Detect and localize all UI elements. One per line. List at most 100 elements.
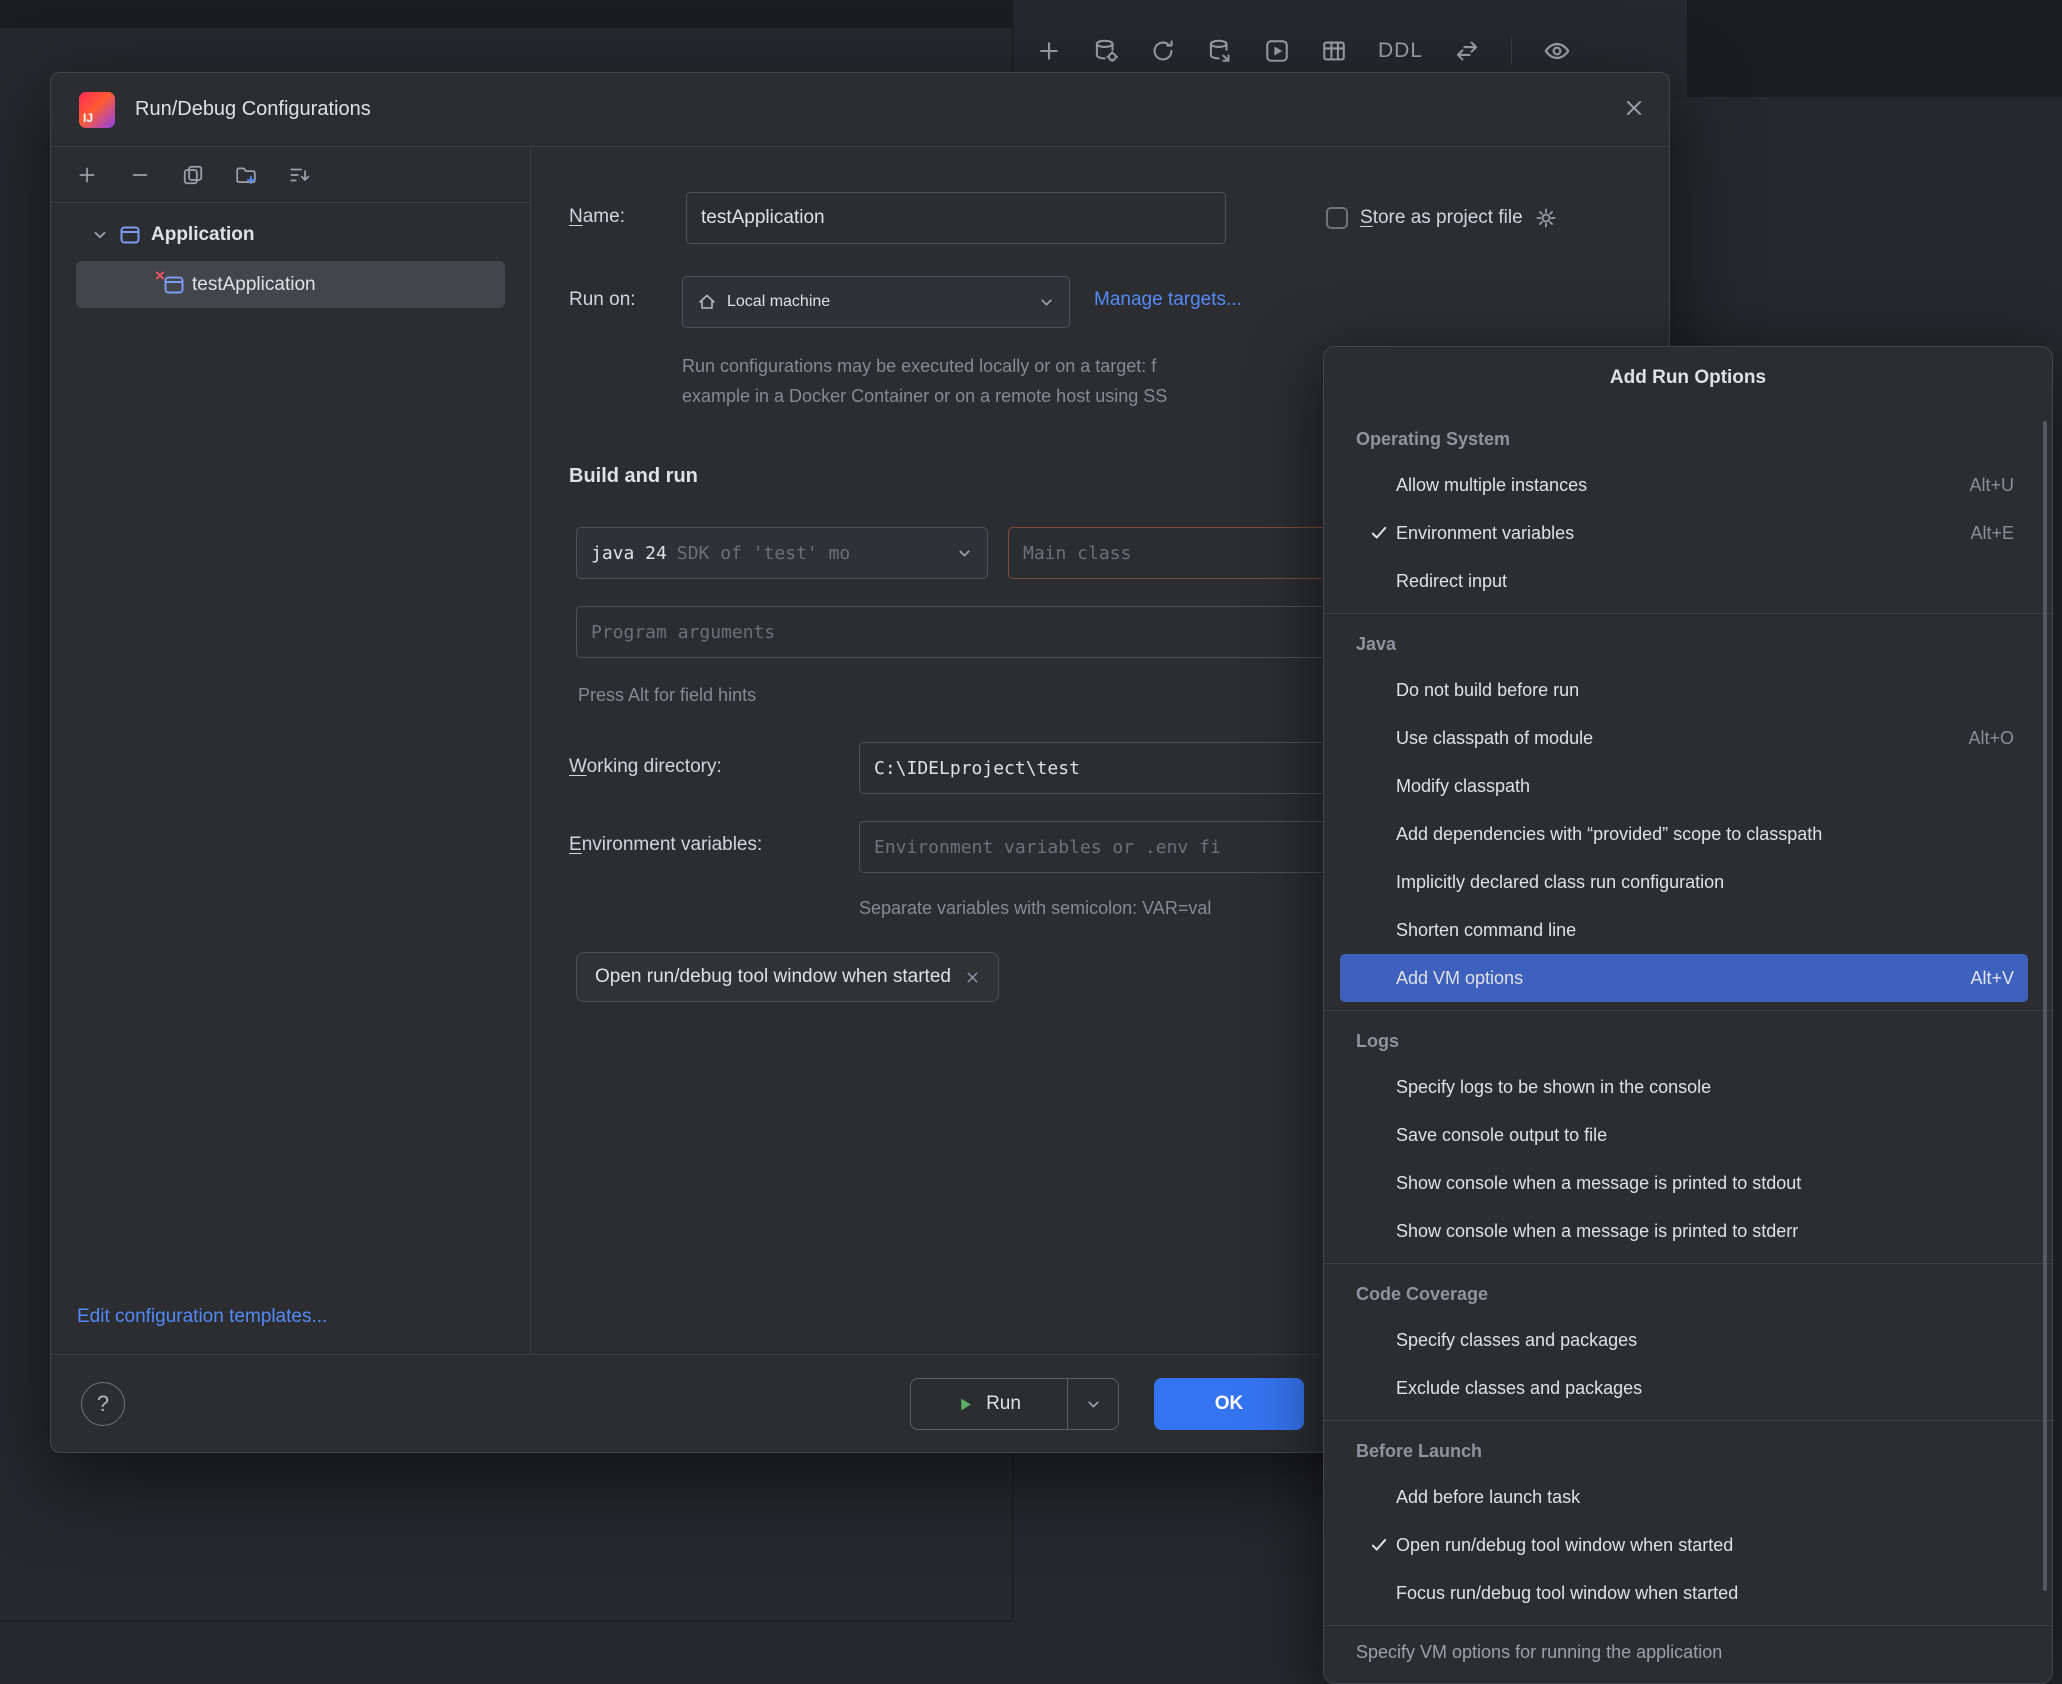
- table-icon[interactable]: [1321, 38, 1347, 64]
- home-icon: [697, 292, 717, 312]
- new-folder-button[interactable]: [235, 164, 257, 186]
- popup-section-separator: [1324, 613, 2052, 614]
- sort-configurations-button[interactable]: [288, 164, 310, 186]
- jre-value: java 24: [591, 543, 667, 564]
- run-on-value: Local machine: [727, 293, 830, 311]
- popup-menu-item[interactable]: Add dependencies with “provided” scope t…: [1340, 810, 2028, 858]
- jre-description: SDK of 'test' mo: [677, 543, 850, 564]
- alt-hint-text: Press Alt for field hints: [578, 685, 756, 706]
- popup-menu-item[interactable]: Allow multiple instancesAlt+U: [1340, 461, 2028, 509]
- popup-menu-item[interactable]: Specify classes and packages: [1340, 1316, 2028, 1364]
- popup-item-label: Allow multiple instances: [1396, 475, 1587, 496]
- run-button-label: Run: [986, 1393, 1021, 1415]
- popup-item-label: Add VM options: [1396, 968, 1523, 989]
- popup-menu-item[interactable]: Add before launch task: [1340, 1473, 2028, 1521]
- popup-item-label: Add dependencies with “provided” scope t…: [1396, 824, 1822, 845]
- popup-menu-item[interactable]: Open run/debug tool window when started: [1340, 1521, 2028, 1569]
- chevron-down-icon: [956, 545, 973, 562]
- add-icon[interactable]: [1036, 38, 1062, 64]
- store-as-project-file-label: Store as project file: [1360, 207, 1523, 229]
- popup-menu-item[interactable]: Environment variablesAlt+E: [1340, 509, 2028, 557]
- popup-menu-item[interactable]: Implicitly declared class run configurat…: [1340, 858, 2028, 906]
- working-directory-label: Working directory:: [569, 756, 722, 778]
- popup-menu-item[interactable]: Do not build before run: [1340, 666, 2028, 714]
- tree-toolbar: [51, 147, 530, 203]
- environment-variables-label: Environment variables:: [569, 834, 762, 856]
- popup-section-separator: [1324, 1010, 2052, 1011]
- dialog-title: Run/Debug Configurations: [135, 98, 371, 121]
- copy-configuration-button[interactable]: [182, 164, 204, 186]
- popup-item-shortcut: Alt+O: [1968, 728, 2014, 749]
- chip-remove-icon[interactable]: [965, 970, 980, 985]
- popup-menu-item[interactable]: Save console output to file: [1340, 1111, 2028, 1159]
- popup-scrollbar[interactable]: [2043, 421, 2047, 1591]
- popup-item-label: Implicitly declared class run configurat…: [1396, 872, 1724, 893]
- popup-item-label: Specify classes and packages: [1396, 1330, 1637, 1351]
- remove-configuration-button[interactable]: [129, 164, 151, 186]
- popup-menu-item[interactable]: Show console when a message is printed t…: [1340, 1207, 2028, 1255]
- window-top-right-block: [1687, 0, 2062, 97]
- name-input[interactable]: [686, 192, 1226, 244]
- add-configuration-button[interactable]: [76, 164, 98, 186]
- popup-section-separator: [1324, 1263, 2052, 1264]
- popup-sections: Operating SystemAllow multiple instances…: [1324, 417, 2052, 1617]
- run-button[interactable]: Run: [910, 1378, 1119, 1430]
- dialog-titlebar: IJ Run/Debug Configurations: [51, 73, 1669, 147]
- popup-menu-item[interactable]: Show console when a message is printed t…: [1340, 1159, 2028, 1207]
- ddl-button[interactable]: DDL: [1378, 39, 1423, 63]
- chevron-down-icon: [91, 226, 109, 244]
- close-button[interactable]: [1623, 97, 1645, 119]
- program-arguments-input[interactable]: [576, 606, 1428, 658]
- edit-configuration-templates-link[interactable]: Edit configuration templates...: [77, 1306, 327, 1328]
- manage-targets-link[interactable]: Manage targets...: [1094, 289, 1242, 311]
- popup-menu-item[interactable]: Redirect input: [1340, 557, 2028, 605]
- ok-button[interactable]: OK: [1154, 1378, 1304, 1430]
- popup-item-label: Exclude classes and packages: [1396, 1378, 1642, 1399]
- popup-menu-item[interactable]: Shorten command line: [1340, 906, 2028, 954]
- popup-menu-item[interactable]: Exclude classes and packages: [1340, 1364, 2028, 1412]
- environment-variables-hint: Separate variables with semicolon: VAR=v…: [859, 898, 1211, 919]
- run-console-icon[interactable]: [1264, 38, 1290, 64]
- run-play-icon: [957, 1396, 974, 1413]
- popup-item-label: Modify classpath: [1396, 776, 1530, 797]
- run-config-invalid-icon: ×: [164, 276, 184, 294]
- tool-window-option-chip: Open run/debug tool window when started: [576, 952, 999, 1002]
- popup-menu-item[interactable]: Add VM options Alt+V: [1340, 954, 2028, 1002]
- disconnect-icon[interactable]: [1207, 38, 1233, 64]
- popup-item-label: Show console when a message is printed t…: [1396, 1173, 1801, 1194]
- popup-menu-item[interactable]: Focus run/debug tool window when started: [1340, 1569, 2028, 1617]
- tree-item-testapplication[interactable]: × testApplication: [76, 261, 505, 308]
- tree-item-application[interactable]: Application: [51, 213, 530, 257]
- popup-item-label: Use classpath of module: [1396, 728, 1593, 749]
- refresh-icon[interactable]: [1150, 38, 1176, 64]
- popup-item-label: Save console output to file: [1396, 1125, 1607, 1146]
- run-options-dropdown-button[interactable]: [1068, 1396, 1118, 1413]
- popup-item-shortcut: Alt+V: [1970, 968, 2014, 989]
- popup-menu-item[interactable]: Specify logs to be shown in the console: [1340, 1063, 2028, 1111]
- popup-item-label: Add before launch task: [1396, 1487, 1580, 1508]
- popup-menu-item[interactable]: Modify classpath: [1340, 762, 2028, 810]
- run-on-help-line1: Run configurations may be executed local…: [682, 356, 1156, 377]
- checkmark-icon: [1370, 1536, 1388, 1554]
- run-on-select[interactable]: Local machine: [682, 276, 1070, 328]
- popup-item-label: Open run/debug tool window when started: [1396, 1535, 1733, 1556]
- run-on-help-line2: example in a Docker Container or on a re…: [682, 386, 1167, 407]
- popup-status-text: Specify VM options for running the appli…: [1324, 1625, 2052, 1683]
- popup-section-header: Code Coverage: [1324, 1272, 2052, 1316]
- configurations-tree-panel: Application × testApplication Edit confi…: [51, 147, 531, 1354]
- database-toolbar: DDL: [1036, 28, 1571, 74]
- popup-menu-item[interactable]: Use classpath of module Alt+O: [1340, 714, 2028, 762]
- run-on-label: Run on:: [569, 289, 636, 311]
- gear-icon[interactable]: [1535, 207, 1557, 229]
- toolbar-separator: [1511, 37, 1512, 65]
- preview-eye-icon[interactable]: [1543, 37, 1571, 65]
- popup-section-header: Operating System: [1324, 417, 2052, 461]
- data-source-properties-icon[interactable]: [1093, 38, 1119, 64]
- compare-icon[interactable]: [1454, 38, 1480, 64]
- popup-section-separator: [1324, 1420, 2052, 1421]
- jre-select[interactable]: java 24 SDK of 'test' mo: [576, 527, 988, 579]
- help-button[interactable]: ?: [81, 1382, 125, 1426]
- add-run-options-popup: Add Run Options Operating SystemAllow mu…: [1323, 346, 2053, 1684]
- store-as-project-file-checkbox[interactable]: [1326, 207, 1348, 229]
- chip-label: Open run/debug tool window when started: [595, 966, 951, 988]
